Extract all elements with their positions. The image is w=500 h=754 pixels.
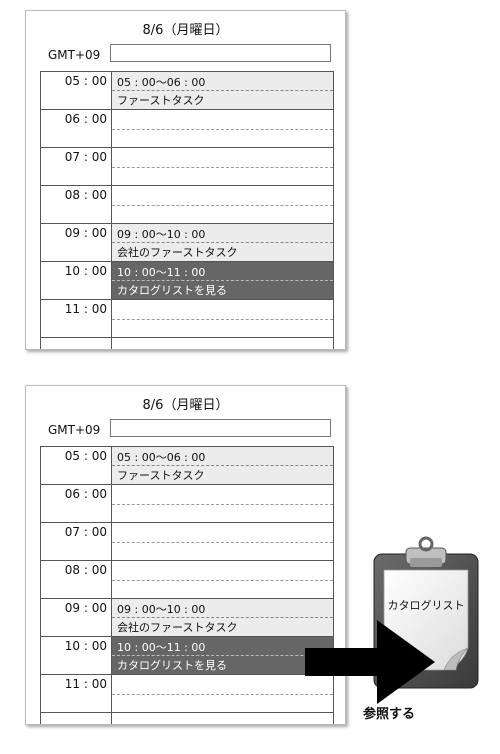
event-time: 10 : 00〜11 : 00 bbox=[117, 641, 206, 654]
hour-row[interactable]: 11 : 00 bbox=[41, 674, 333, 712]
hour-row[interactable] bbox=[41, 712, 333, 724]
event-block[interactable]: 05 : 00〜06 : 00 ファーストタスク bbox=[112, 72, 333, 109]
event-time: 05 : 00〜06 : 00 bbox=[117, 76, 206, 89]
hour-label: 10 : 00 bbox=[64, 639, 107, 653]
event-block-selected[interactable]: 10 : 00〜11 : 00 カタログリストを見る bbox=[112, 637, 333, 674]
clipboard-label: カタログリスト bbox=[387, 599, 465, 612]
event-block[interactable]: 09 : 00〜10 : 00 会社のファーストタスク bbox=[112, 224, 333, 261]
timezone-input[interactable] bbox=[110, 44, 331, 62]
date-title: 8/6（月曜日） bbox=[142, 23, 229, 38]
event-block-selected[interactable]: 10 : 00〜11 : 00 カタログリストを見る bbox=[112, 262, 333, 299]
timezone-label: GMT+09 bbox=[48, 48, 101, 62]
hour-label: 05 : 00 bbox=[64, 449, 107, 463]
hour-label: 09 : 00 bbox=[64, 226, 107, 240]
event-title: 会社のファーストタスク bbox=[117, 246, 238, 259]
hour-label: 07 : 00 bbox=[64, 150, 107, 164]
calendar-day-view-bottom: 8/6（月曜日） GMT+09 05 : 00 06 : 00 07 : 00 … bbox=[25, 385, 346, 725]
event-block[interactable]: 09 : 00〜10 : 00 会社のファーストタスク bbox=[112, 599, 333, 636]
hour-label: 11 : 00 bbox=[64, 677, 107, 691]
calendar-day-view-top: 8/6（月曜日） GMT+09 05 : 00 06 : 00 07 : 00 … bbox=[25, 10, 346, 350]
hour-label: 09 : 00 bbox=[64, 601, 107, 615]
hour-row[interactable]: 11 : 00 bbox=[41, 299, 333, 337]
hour-row[interactable]: 08 : 00 bbox=[41, 185, 333, 223]
reference-label: 参照する bbox=[363, 707, 416, 722]
time-grid: 05 : 00 06 : 00 07 : 00 08 : 00 09 : 00 … bbox=[40, 71, 334, 349]
timezone-label: GMT+09 bbox=[48, 423, 101, 437]
hour-label: 05 : 00 bbox=[64, 74, 107, 88]
hour-row[interactable]: 06 : 00 bbox=[41, 484, 333, 522]
event-time: 10 : 00〜11 : 00 bbox=[117, 266, 206, 279]
hour-label: 08 : 00 bbox=[64, 188, 107, 202]
hour-label: 07 : 00 bbox=[64, 525, 107, 539]
hour-label: 06 : 00 bbox=[64, 112, 107, 126]
event-title: カタログリストを見る bbox=[117, 284, 227, 297]
event-time: 09 : 00〜10 : 00 bbox=[117, 228, 206, 241]
hour-label: 06 : 00 bbox=[64, 487, 107, 501]
time-grid: 05 : 00 06 : 00 07 : 00 08 : 00 09 : 00 … bbox=[40, 446, 334, 724]
hour-row[interactable]: 08 : 00 bbox=[41, 560, 333, 598]
hour-row[interactable]: 06 : 00 bbox=[41, 109, 333, 147]
hour-row[interactable] bbox=[41, 337, 333, 349]
arrow-right-icon bbox=[305, 620, 435, 704]
event-title: カタログリストを見る bbox=[117, 659, 227, 672]
event-title: ファーストタスク bbox=[117, 94, 205, 107]
hour-row[interactable]: 07 : 00 bbox=[41, 147, 333, 185]
date-title: 8/6（月曜日） bbox=[142, 398, 229, 413]
event-title: ファーストタスク bbox=[117, 469, 205, 482]
hour-label: 08 : 00 bbox=[64, 563, 107, 577]
hour-label: 11 : 00 bbox=[64, 302, 107, 316]
event-title: 会社のファーストタスク bbox=[117, 621, 238, 634]
hour-row[interactable]: 07 : 00 bbox=[41, 522, 333, 560]
hour-label: 10 : 00 bbox=[64, 264, 107, 278]
timezone-input[interactable] bbox=[110, 419, 331, 437]
event-time: 05 : 00〜06 : 00 bbox=[117, 451, 206, 464]
event-block[interactable]: 05 : 00〜06 : 00 ファーストタスク bbox=[112, 447, 333, 484]
event-time: 09 : 00〜10 : 00 bbox=[117, 603, 206, 616]
